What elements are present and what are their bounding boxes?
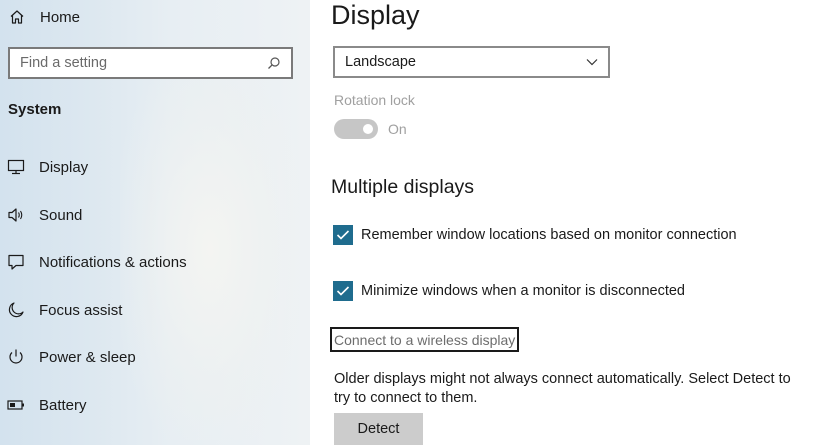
moon-icon <box>7 301 25 319</box>
power-icon <box>7 348 25 366</box>
page-title: Display <box>331 0 420 30</box>
sidebar-item-display[interactable]: Display <box>0 147 310 187</box>
rotation-lock-label: Rotation lock <box>334 92 415 108</box>
chevron-down-icon <box>586 56 598 68</box>
option-label: Minimize windows when a monitor is disco… <box>361 283 685 299</box>
sidebar-item-notifications[interactable]: Notifications & actions <box>0 242 310 282</box>
minimize-windows-checkbox[interactable] <box>333 281 353 301</box>
sidebar-item-label: Power & sleep <box>39 348 136 366</box>
toggle-knob <box>363 124 373 134</box>
remember-window-locations-checkbox[interactable] <box>333 225 353 245</box>
sidebar-item-sound[interactable]: Sound <box>0 195 310 235</box>
orientation-dropdown[interactable]: Landscape <box>333 46 610 78</box>
search-box[interactable] <box>8 47 293 79</box>
speaker-icon <box>7 206 25 224</box>
main-panel: Display Landscape Rotation lock On Multi… <box>310 0 825 445</box>
multiple-displays-heading: Multiple displays <box>331 176 475 198</box>
sidebar-item-label: Battery <box>39 396 87 414</box>
checkmark-icon <box>336 230 350 240</box>
sidebar-item-focus-assist[interactable]: Focus assist <box>0 290 310 330</box>
sidebar-item-label: Notifications & actions <box>39 253 187 271</box>
minimize-windows-option[interactable]: Minimize windows when a monitor is disco… <box>333 281 685 301</box>
orientation-value: Landscape <box>345 54 416 70</box>
battery-icon <box>7 396 25 414</box>
rotation-lock-state: On <box>388 121 407 137</box>
option-label: Remember window locations based on monit… <box>361 227 737 243</box>
checkmark-icon <box>336 286 350 296</box>
section-title: System <box>8 101 62 118</box>
link-label: Connect to a wireless display <box>334 331 516 348</box>
rotation-lock-toggle[interactable] <box>334 119 378 139</box>
home-icon <box>8 8 26 26</box>
home-button[interactable]: Home <box>8 6 80 28</box>
detect-button[interactable]: Detect <box>334 413 423 445</box>
search-icon[interactable] <box>267 56 281 70</box>
sidebar-item-battery[interactable]: Battery <box>0 385 310 425</box>
sidebar-item-power-sleep[interactable]: Power & sleep <box>0 337 310 377</box>
remember-window-locations-option[interactable]: Remember window locations based on monit… <box>333 225 737 245</box>
sidebar-item-label: Sound <box>39 206 83 224</box>
detect-info-text: Older displays might not always connect … <box>334 371 791 406</box>
search-input[interactable] <box>20 55 250 71</box>
connect-wireless-display-link[interactable]: Connect to a wireless display <box>330 327 520 352</box>
sidebar: Home System Display Sound Notifications … <box>0 0 310 445</box>
sidebar-item-label: Focus assist <box>39 301 123 319</box>
sidebar-item-label: Display <box>39 158 89 176</box>
message-icon <box>7 253 25 271</box>
monitor-icon <box>7 158 25 176</box>
home-label: Home <box>40 8 81 26</box>
